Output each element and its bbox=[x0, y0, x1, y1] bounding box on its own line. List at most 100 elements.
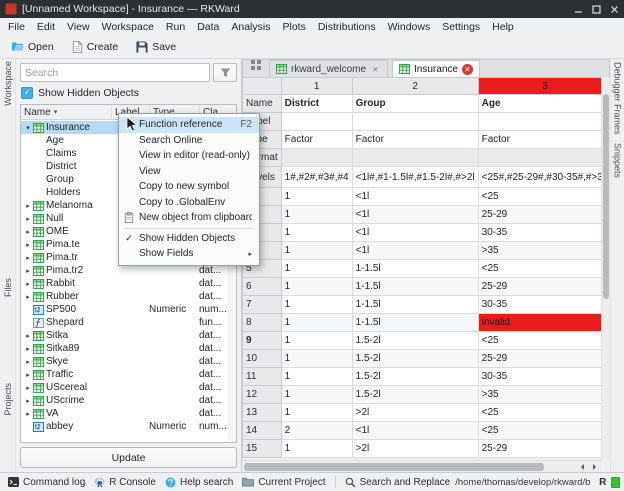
data-cell[interactable]: 30-35 bbox=[478, 368, 610, 386]
tab-insurance[interactable]: Insurance✕ bbox=[392, 60, 480, 78]
r-engine-status-indicator[interactable] bbox=[611, 477, 620, 488]
dock-tab-projects[interactable]: Projects bbox=[3, 383, 13, 416]
tree-item-sp500[interactable]: SP500Numericnum... bbox=[21, 303, 236, 316]
close-button[interactable] bbox=[610, 5, 619, 14]
expand-arrow-icon[interactable]: ▸ bbox=[23, 215, 33, 223]
data-cell[interactable]: 1-1.5l bbox=[352, 314, 478, 332]
table-vertical-scrollbar[interactable] bbox=[601, 77, 610, 460]
toolbar-save-button[interactable]: Save bbox=[129, 39, 183, 55]
menu-distributions[interactable]: Distributions bbox=[312, 20, 382, 34]
data-cell[interactable]: 25-29 bbox=[478, 206, 610, 224]
row-header-15[interactable]: 15 bbox=[243, 440, 282, 458]
expand-arrow-icon[interactable]: ▸ bbox=[23, 267, 33, 275]
data-cell[interactable]: 30-35 bbox=[478, 296, 610, 314]
meta-cell[interactable]: Factor bbox=[478, 131, 610, 149]
filter-options-button[interactable] bbox=[213, 63, 237, 82]
meta-cell[interactable]: Group bbox=[352, 95, 478, 113]
meta-cell[interactable] bbox=[352, 149, 478, 167]
row-header-11[interactable]: 11 bbox=[243, 368, 282, 386]
menu-help[interactable]: Help bbox=[486, 20, 520, 34]
statusbar-command-log-button[interactable]: Command log bbox=[4, 476, 89, 489]
column-header-2[interactable]: 2 bbox=[352, 78, 478, 95]
meta-cell[interactable]: Age bbox=[478, 95, 610, 113]
tree-item-sitka89[interactable]: ▸Sitka89dat... bbox=[21, 342, 236, 355]
data-cell[interactable]: >35 bbox=[478, 242, 610, 260]
meta-cell[interactable]: District bbox=[281, 95, 352, 113]
menu-windows[interactable]: Windows bbox=[382, 20, 437, 34]
expand-arrow-icon[interactable]: ▸ bbox=[23, 384, 33, 392]
expand-arrow-icon[interactable]: ▸ bbox=[23, 332, 33, 340]
expand-arrow-icon[interactable]: ▸ bbox=[23, 358, 33, 366]
context-menu-item-function-reference[interactable]: Function referenceF2 bbox=[119, 117, 259, 133]
tab-close-icon[interactable]: ✕ bbox=[462, 64, 473, 75]
row-header-13[interactable]: 13 bbox=[243, 404, 282, 422]
row-header-14[interactable]: 14 bbox=[243, 422, 282, 440]
data-cell[interactable]: 1.5-2l bbox=[352, 368, 478, 386]
tree-item-uscereal[interactable]: ▸UScerealdat... bbox=[21, 381, 236, 394]
column-header-3[interactable]: 3 bbox=[478, 78, 610, 95]
menu-view[interactable]: View bbox=[61, 20, 96, 34]
data-cell[interactable]: 1 bbox=[281, 350, 352, 368]
meta-cell[interactable]: 1#,#2#,#3#,#4 bbox=[281, 167, 352, 188]
menu-run[interactable]: Run bbox=[160, 20, 191, 34]
meta-cell[interactable]: <25#,#25-29#,#30-35#,#>35 bbox=[478, 167, 610, 188]
search-input[interactable] bbox=[20, 63, 210, 82]
tree-item-shepard[interactable]: Shepardfun... bbox=[21, 316, 236, 329]
menu-workspace[interactable]: Workspace bbox=[96, 20, 160, 34]
data-cell[interactable]: 1 bbox=[281, 314, 352, 332]
scroll-right-icon[interactable] bbox=[589, 462, 599, 472]
tree-item-pima-tr2[interactable]: ▸Pima.tr2dat... bbox=[21, 264, 236, 277]
data-cell[interactable]: invalid bbox=[478, 314, 610, 332]
data-cell[interactable]: <25 bbox=[478, 404, 610, 422]
tree-item-skye[interactable]: ▸Skyedat... bbox=[21, 355, 236, 368]
row-header-9[interactable]: 9 bbox=[243, 332, 282, 350]
show-hidden-checkbox[interactable] bbox=[21, 87, 33, 99]
tree-item-traffic[interactable]: ▸Trafficdat... bbox=[21, 368, 236, 381]
data-cell[interactable]: <1l bbox=[352, 206, 478, 224]
data-cell[interactable]: 1 bbox=[281, 404, 352, 422]
row-header-12[interactable]: 12 bbox=[243, 386, 282, 404]
dock-tab-debugger-frames[interactable]: Debugger Frames bbox=[613, 62, 623, 135]
meta-cell[interactable] bbox=[478, 113, 610, 131]
toolbar-open-button[interactable]: Open bbox=[4, 39, 61, 55]
statusbar-current-project-button[interactable]: Current Project bbox=[238, 476, 329, 489]
data-cell[interactable]: 1 bbox=[281, 188, 352, 206]
data-cell[interactable]: 1 bbox=[281, 386, 352, 404]
update-button[interactable]: Update bbox=[20, 447, 237, 468]
window-grid-icon[interactable] bbox=[251, 60, 261, 73]
expand-arrow-icon[interactable]: ▸ bbox=[23, 410, 33, 418]
menu-file[interactable]: File bbox=[2, 20, 31, 34]
maximize-button[interactable] bbox=[592, 5, 601, 14]
data-cell[interactable]: 1 bbox=[281, 206, 352, 224]
data-cell[interactable]: <25 bbox=[478, 260, 610, 278]
expand-arrow-icon[interactable]: ▸ bbox=[23, 254, 33, 262]
menu-settings[interactable]: Settings bbox=[436, 20, 486, 34]
data-cell[interactable]: <1l bbox=[352, 242, 478, 260]
data-cell[interactable]: 1 bbox=[281, 260, 352, 278]
table-horizontal-scrollbar[interactable] bbox=[242, 460, 601, 472]
tab-close-icon[interactable]: ✕ bbox=[370, 64, 381, 75]
data-cell[interactable]: 1 bbox=[281, 278, 352, 296]
data-cell[interactable]: 1 bbox=[281, 224, 352, 242]
menu-data[interactable]: Data bbox=[191, 20, 225, 34]
statusbar-search-and-replace-button[interactable]: Search and Replace bbox=[341, 476, 455, 489]
data-cell[interactable]: 25-29 bbox=[478, 350, 610, 368]
data-cell[interactable]: <25 bbox=[478, 188, 610, 206]
menu-plots[interactable]: Plots bbox=[276, 20, 311, 34]
data-cell[interactable]: 1 bbox=[281, 296, 352, 314]
scroll-left-icon[interactable] bbox=[577, 462, 587, 472]
expand-arrow-icon[interactable]: ▸ bbox=[23, 241, 33, 249]
data-cell[interactable]: 1 bbox=[281, 440, 352, 458]
tree-column-header-name[interactable]: Name▾ bbox=[21, 105, 112, 119]
row-header-7[interactable]: 7 bbox=[243, 296, 282, 314]
meta-cell[interactable] bbox=[281, 113, 352, 131]
data-cell[interactable]: 1 bbox=[281, 332, 352, 350]
data-cell[interactable]: >2l bbox=[352, 440, 478, 458]
dock-tab-workspace[interactable]: Workspace bbox=[3, 61, 13, 106]
context-menu-item-show-hidden-objects[interactable]: ✓Show Hidden Objects bbox=[119, 231, 259, 247]
data-cell[interactable]: <1l bbox=[352, 188, 478, 206]
column-header-1[interactable]: 1 bbox=[281, 78, 352, 95]
data-cell[interactable]: 1-1.5l bbox=[352, 296, 478, 314]
expand-arrow-icon[interactable]: ▸ bbox=[23, 371, 33, 379]
tab-rkward-welcome[interactable]: rkward_welcome✕ bbox=[269, 60, 388, 78]
